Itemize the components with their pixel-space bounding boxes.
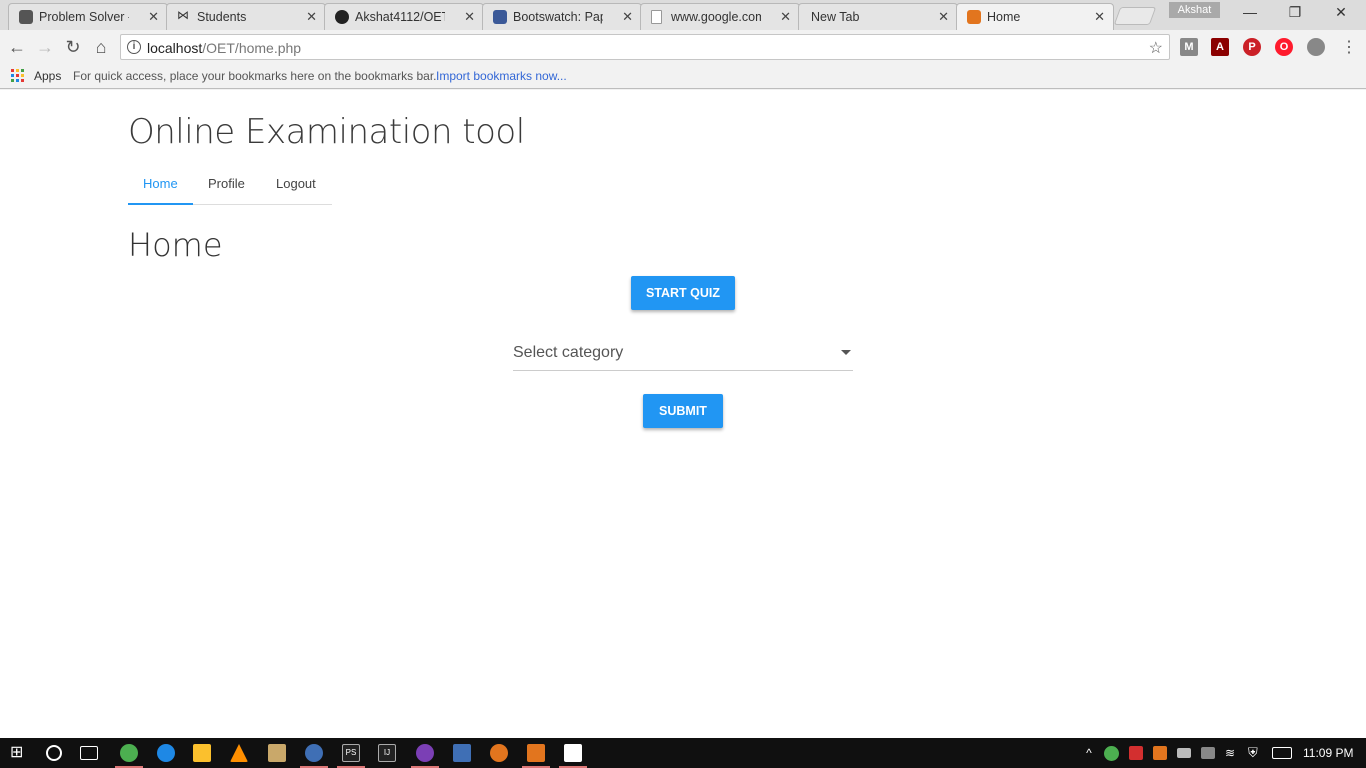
submit-button[interactable]: SUBMIT bbox=[643, 394, 723, 428]
apps-grid-icon[interactable] bbox=[11, 69, 24, 82]
app-icon[interactable] bbox=[416, 744, 434, 762]
close-icon[interactable]: ✕ bbox=[306, 9, 317, 25]
tab-title: Problem Solver - Competitive Programming bbox=[39, 10, 129, 24]
chrome-taskbar-icon[interactable] bbox=[120, 744, 138, 762]
extension-icon[interactable] bbox=[1307, 38, 1325, 56]
task-view-icon[interactable] bbox=[80, 746, 98, 760]
close-icon[interactable]: ✕ bbox=[464, 9, 475, 25]
notepad-icon[interactable] bbox=[268, 744, 286, 762]
close-window-icon[interactable]: ✕ bbox=[1326, 4, 1356, 21]
caret-down-icon bbox=[841, 350, 851, 355]
address-bar[interactable]: i localhost/OET/home.php ☆ bbox=[120, 34, 1170, 60]
reload-icon[interactable]: ↻ bbox=[62, 37, 84, 58]
weibo-icon[interactable] bbox=[490, 744, 508, 762]
taskbar-clock[interactable]: 11:09 PM bbox=[1303, 746, 1353, 760]
new-tab-button[interactable] bbox=[1113, 7, 1157, 25]
chrome-tray-icon[interactable] bbox=[1104, 746, 1119, 761]
tab-github-oet[interactable]: Akshat4112/OET: Web ✕ bbox=[324, 3, 484, 30]
nav-tab-profile[interactable]: Profile bbox=[208, 176, 245, 191]
wifi-icon[interactable]: ≋ bbox=[1225, 744, 1243, 762]
shield-icon[interactable]: ⛨ bbox=[1248, 744, 1266, 762]
python-idle-icon[interactable] bbox=[453, 744, 471, 762]
python-icon[interactable] bbox=[305, 744, 323, 762]
bowtie-icon: ⋈ bbox=[177, 8, 189, 22]
bootswatch-icon bbox=[493, 10, 507, 24]
xampp-icon bbox=[967, 10, 981, 24]
tab-problem-solver[interactable]: Problem Solver - Competitive Programming… bbox=[8, 3, 168, 30]
tab-bootswatch[interactable]: Bootswatch: Paper ✕ bbox=[482, 3, 642, 30]
site-nav: Home Profile Logout bbox=[128, 168, 332, 205]
battery-icon[interactable] bbox=[1177, 748, 1191, 758]
opera-extension-icon[interactable]: O bbox=[1275, 38, 1293, 56]
url-text: localhost/OET/home.php bbox=[147, 40, 301, 56]
tab-title: www.google.com bbox=[671, 10, 761, 24]
github-icon bbox=[335, 10, 349, 24]
category-select-value: Select category bbox=[513, 344, 624, 361]
raccoon-icon bbox=[19, 10, 33, 24]
back-arrow-icon[interactable]: ← bbox=[6, 37, 28, 58]
profile-badge[interactable]: Akshat bbox=[1169, 2, 1220, 18]
tab-new-tab[interactable]: New Tab ✕ bbox=[798, 3, 958, 30]
forward-arrow-icon[interactable]: → bbox=[34, 37, 56, 58]
close-icon[interactable]: ✕ bbox=[148, 9, 159, 25]
tab-google[interactable]: www.google.com ✕ bbox=[640, 3, 800, 30]
tab-strip: Problem Solver - Competitive Programming… bbox=[0, 0, 1366, 30]
close-icon[interactable]: ✕ bbox=[1094, 9, 1105, 25]
nav-tab-home[interactable]: Home bbox=[143, 176, 178, 191]
edge-taskbar-icon[interactable] bbox=[157, 744, 175, 762]
acrobat-extension-icon[interactable]: A bbox=[1211, 38, 1229, 56]
close-icon[interactable]: ✕ bbox=[622, 9, 633, 25]
menu-kebab-icon[interactable]: ⋮ bbox=[1338, 37, 1360, 57]
bookmarks-bar: Apps For quick access, place your bookma… bbox=[0, 64, 1366, 89]
import-bookmarks-link[interactable]: Import bookmarks now... bbox=[436, 69, 567, 83]
tab-title: New Tab bbox=[811, 10, 860, 24]
category-select[interactable]: Select category bbox=[513, 340, 853, 371]
info-icon[interactable]: i bbox=[127, 40, 141, 54]
pinterest-extension-icon[interactable]: P bbox=[1243, 38, 1261, 56]
minimize-icon[interactable]: — bbox=[1235, 4, 1265, 20]
windows-start-icon[interactable]: ⊞ bbox=[10, 744, 28, 762]
page-content: Online Examination tool Home Profile Log… bbox=[0, 90, 1366, 738]
home-icon[interactable]: ⌂ bbox=[90, 37, 112, 58]
tab-title: Bootswatch: Paper bbox=[513, 10, 603, 24]
document-icon bbox=[651, 10, 662, 24]
bookmarks-hint: For quick access, place your bookmarks h… bbox=[73, 69, 437, 83]
browser-chrome: Problem Solver - Competitive Programming… bbox=[0, 0, 1366, 90]
tab-title: Students bbox=[197, 10, 247, 24]
close-icon[interactable]: ✕ bbox=[938, 9, 949, 25]
page-heading: Home bbox=[128, 226, 223, 264]
apps-link[interactable]: Apps bbox=[34, 69, 61, 83]
search-circle-icon[interactable] bbox=[46, 745, 62, 761]
gmail-extension-icon[interactable]: M bbox=[1180, 38, 1198, 56]
display-icon[interactable] bbox=[1201, 747, 1215, 759]
bookmark-star-icon[interactable]: ☆ bbox=[1149, 38, 1163, 58]
url-host: localhost bbox=[147, 40, 203, 56]
site-title: Online Examination tool bbox=[128, 112, 525, 152]
tab-home[interactable]: Home ✕ bbox=[956, 3, 1114, 30]
intellij-icon[interactable]: IJ bbox=[378, 744, 396, 762]
close-icon[interactable]: ✕ bbox=[780, 9, 791, 25]
phpstorm-icon[interactable]: PS bbox=[342, 744, 360, 762]
start-quiz-button[interactable]: START QUIZ bbox=[631, 276, 735, 310]
windows-taskbar: ⊞ PS IJ ^ ≋ ⛨ 11:09 PM bbox=[0, 738, 1366, 768]
restore-icon[interactable]: ❐ bbox=[1280, 4, 1310, 21]
browser-toolbar: ← → ↻ ⌂ i localhost/OET/home.php ☆ M A P… bbox=[0, 30, 1366, 64]
antivirus-tray-icon[interactable] bbox=[1129, 746, 1143, 760]
photos-icon[interactable] bbox=[564, 744, 582, 762]
nav-tab-logout[interactable]: Logout bbox=[276, 176, 316, 191]
xampp-taskbar-icon[interactable] bbox=[527, 744, 545, 762]
xampp-tray-icon[interactable] bbox=[1153, 746, 1167, 760]
tab-title: Akshat4112/OET: Web bbox=[355, 10, 445, 24]
chevron-up-icon[interactable]: ^ bbox=[1080, 744, 1098, 762]
file-explorer-icon[interactable] bbox=[193, 744, 211, 762]
url-path: /OET/home.php bbox=[202, 40, 302, 56]
tab-title: Home bbox=[987, 10, 1021, 24]
active-tab-indicator bbox=[128, 203, 193, 205]
keyboard-icon[interactable] bbox=[1272, 747, 1292, 759]
tab-students[interactable]: ⋈ Students ✕ bbox=[166, 3, 326, 30]
vlc-icon[interactable] bbox=[230, 744, 248, 762]
